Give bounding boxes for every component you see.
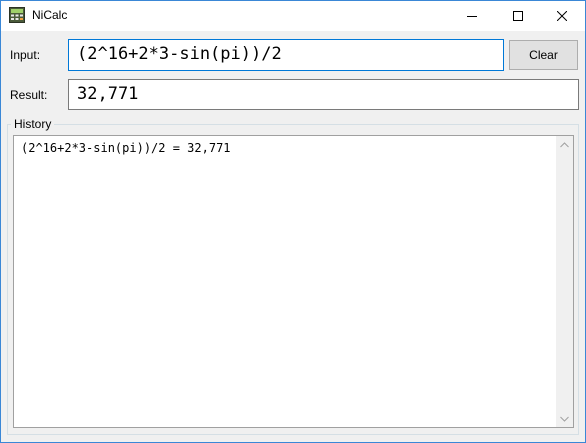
history-textbox[interactable]: (2^16+2*3-sin(pi))/2 = 32,771: [13, 135, 574, 428]
scroll-up-button[interactable]: [556, 136, 573, 153]
clear-button[interactable]: Clear: [509, 40, 578, 70]
calculator-icon: [9, 7, 25, 23]
close-button[interactable]: [539, 1, 585, 31]
input-value: (2^16+2*3-sin(pi))/2: [77, 44, 282, 64]
result-field[interactable]: 32,771: [68, 79, 579, 110]
close-icon: [557, 11, 567, 21]
minimize-icon: [467, 16, 477, 17]
history-scrollbar[interactable]: [556, 136, 573, 427]
title-bar[interactable]: NiCalc: [1, 1, 585, 31]
maximize-icon: [513, 11, 523, 21]
clear-button-label: Clear: [529, 48, 558, 62]
maximize-button[interactable]: [495, 1, 541, 31]
input-field[interactable]: (2^16+2*3-sin(pi))/2: [68, 39, 504, 71]
result-value: 32,771: [77, 84, 139, 104]
history-label: History: [11, 117, 55, 131]
scroll-down-button[interactable]: [556, 410, 573, 427]
chevron-down-icon: [560, 416, 569, 422]
window-title: NiCalc: [32, 8, 68, 22]
minimize-button[interactable]: [449, 1, 495, 31]
input-label: Input:: [10, 48, 41, 62]
history-entry: (2^16+2*3-sin(pi))/2 = 32,771: [21, 141, 231, 155]
chevron-up-icon: [560, 141, 569, 147]
app-window: NiCalc Input: (2^16+2*3-sin(pi))/2 Clear…: [0, 0, 586, 443]
result-label: Result:: [10, 88, 48, 102]
